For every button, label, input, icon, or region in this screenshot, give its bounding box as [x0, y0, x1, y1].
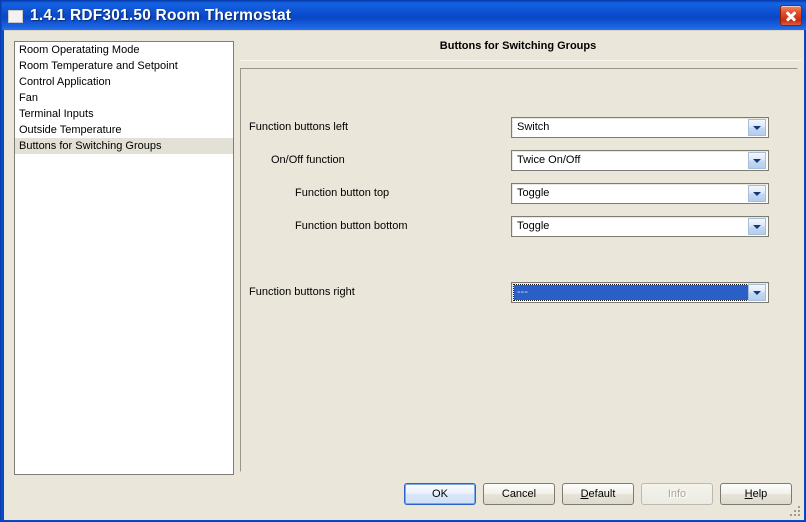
default-button[interactable]: Default [562, 483, 634, 505]
settings-groupbox: Function buttons left Switch On/Off functi… [240, 68, 798, 472]
grip-dot [798, 506, 800, 508]
button-bar: OK Cancel Default Info Help [4, 483, 804, 519]
chevron-down-icon[interactable] [748, 185, 766, 202]
setting-dropdown[interactable]: --- [511, 282, 769, 303]
sidebar-item[interactable]: Control Application [15, 74, 233, 90]
chevron-down-icon[interactable] [748, 152, 766, 169]
setting-row: On/Off function Twice On/Off [241, 150, 797, 172]
window-title: 1.4.1 RDF301.50 Room Thermostat [30, 7, 292, 24]
cancel-button[interactable]: Cancel [483, 483, 555, 505]
dropdown-value: Toggle [517, 187, 550, 199]
grip-dot [798, 510, 800, 512]
navigation-listbox[interactable]: Room Operatating Mode Room Temperature an… [14, 41, 234, 475]
grip-dot [794, 510, 796, 512]
setting-dropdown[interactable]: Twice On/Off [511, 150, 769, 171]
sidebar-item-label: Room Operatating Mode [19, 44, 140, 56]
setting-dropdown[interactable]: Switch [511, 117, 769, 138]
dropdown-value: Twice On/Off [517, 154, 581, 166]
sidebar-item[interactable]: Buttons for Switching Groups [15, 138, 233, 154]
chevron-down-icon[interactable] [748, 284, 766, 301]
sidebar-item-label: Control Application [19, 76, 111, 88]
button-label: OK [432, 488, 448, 500]
dropdown-value: Toggle [517, 220, 550, 232]
page-title: Buttons for Switching Groups [439, 40, 597, 52]
button-label: Info [667, 488, 687, 500]
setting-label: On/Off function [271, 154, 345, 166]
setting-label: Function buttons right [249, 286, 355, 298]
sidebar-item-label: Buttons for Switching Groups [19, 140, 162, 152]
info-button: Info [641, 483, 713, 505]
dropdown-value: --- [513, 284, 749, 301]
sidebar-item[interactable]: Room Temperature and Setpoint [15, 58, 233, 74]
setting-dropdown[interactable]: Toggle [511, 216, 769, 237]
button-label: Help [744, 488, 768, 500]
dialog-client-area: Room Operatating Mode Room Temperature an… [4, 30, 804, 520]
grip-dot [790, 514, 792, 516]
button-label: Cancel [501, 488, 537, 500]
window-square-icon [8, 9, 23, 23]
setting-label: Function buttons left [249, 121, 349, 133]
sidebar-item[interactable]: Fan [15, 90, 233, 106]
sidebar-item[interactable]: Room Operatating Mode [15, 42, 233, 58]
help-button[interactable]: Help [720, 483, 792, 505]
setting-row: Function button top Toggle [241, 183, 797, 205]
sidebar-item-label: Fan [19, 92, 38, 104]
grip-dot [798, 514, 800, 516]
chevron-down-icon[interactable] [748, 218, 766, 235]
dropdown-value: Switch [517, 121, 550, 133]
ok-button[interactable]: OK [404, 483, 476, 505]
grip-dot [794, 514, 796, 516]
setting-dropdown[interactable]: Toggle [511, 183, 769, 204]
setting-row: Function buttons left Switch [241, 117, 797, 139]
resize-grip[interactable] [788, 504, 802, 518]
sidebar-item[interactable]: Outside Temperature [15, 122, 233, 138]
close-icon[interactable] [780, 5, 802, 26]
sidebar-item-label: Outside Temperature [19, 124, 122, 136]
button-label: Default [580, 488, 616, 500]
setting-row: Function button bottom Toggle [241, 216, 797, 238]
sidebar-item-label: Terminal Inputs [19, 108, 94, 120]
sidebar-item[interactable]: Terminal Inputs [15, 106, 233, 122]
title-bar: 1.4.1 RDF301.50 Room Thermostat [2, 2, 806, 30]
setting-label: Function button top [295, 187, 390, 199]
dialog-window: 1.4.1 RDF301.50 Room Thermostat Room Ope… [0, 0, 806, 522]
setting-row: Function buttons right --- [241, 282, 797, 304]
chevron-down-icon[interactable] [748, 119, 766, 136]
content-panel: Buttons for Switching Groups Function bu… [240, 31, 802, 477]
header-divider [240, 60, 802, 61]
setting-label: Function button bottom [295, 220, 408, 232]
sidebar-item-label: Room Temperature and Setpoint [19, 60, 178, 72]
